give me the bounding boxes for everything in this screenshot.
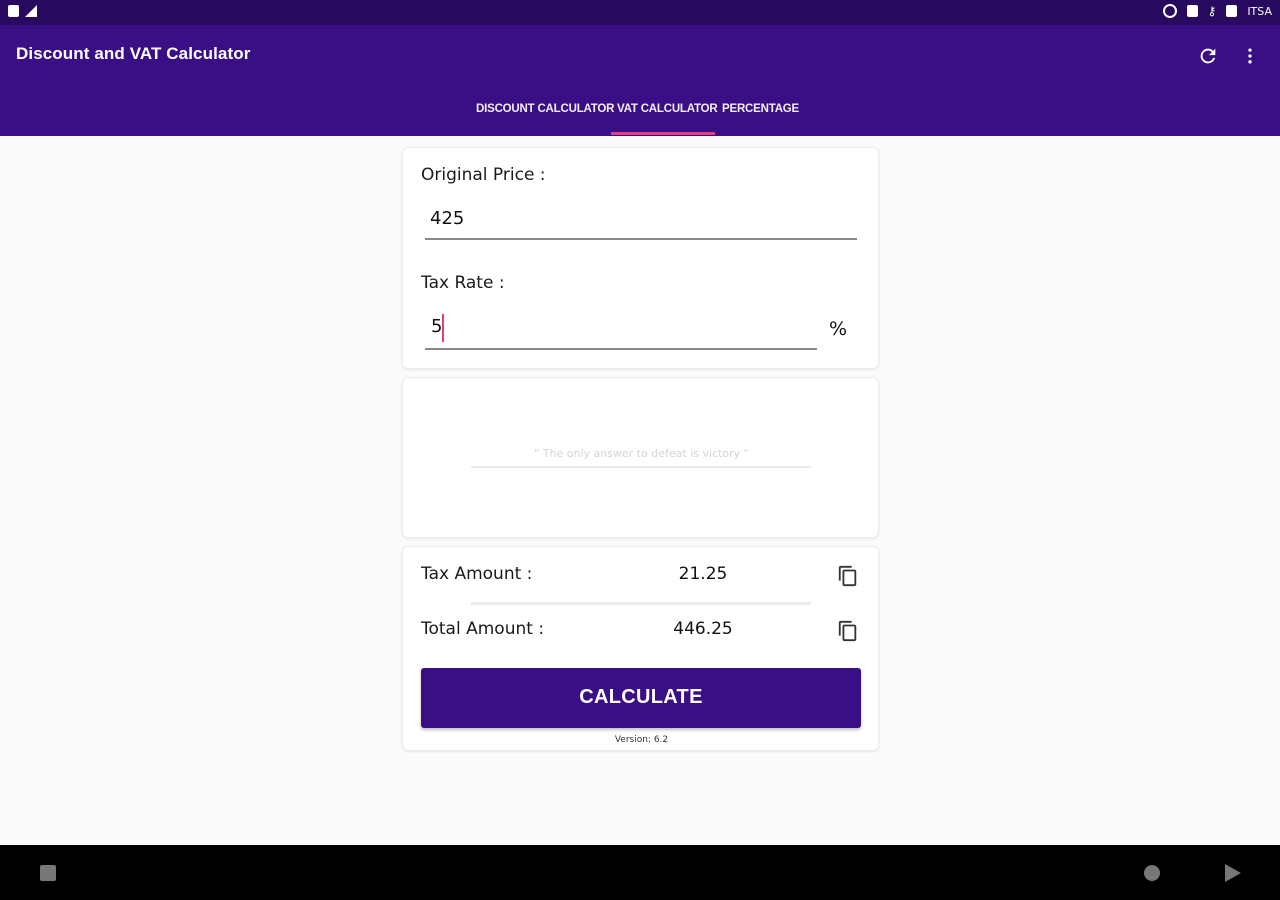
copy-tax-amount-icon[interactable]: [837, 564, 859, 588]
tax-amount-value: 21.25: [678, 564, 728, 584]
total-amount-label: Total Amount :: [421, 619, 545, 639]
recents-icon[interactable]: [40, 865, 56, 881]
home-icon[interactable]: [1144, 865, 1160, 881]
result-divider: [471, 602, 811, 605]
copy-total-amount-icon[interactable]: [837, 619, 859, 643]
version-text: Version: 6.2: [614, 735, 669, 745]
input-card: Original Price : 425 Tax Rate : 5 %: [402, 147, 879, 369]
percent-symbol: %: [829, 318, 848, 340]
notification-icon: [1162, 4, 1177, 18]
tax-rate-input[interactable]: 5: [431, 316, 442, 337]
battery-icon: [1226, 5, 1238, 17]
calculate-button[interactable]: CALCULATE: [421, 668, 861, 728]
status-right-icons: ⚷ ITSA: [1162, 4, 1272, 18]
tax-amount-label: Tax Amount :: [421, 564, 533, 584]
original-price-input[interactable]: 425: [430, 208, 464, 229]
quote-text: " The only answer to defeat is victory ": [534, 447, 749, 460]
more-vert-icon[interactable]: [1240, 45, 1260, 67]
refresh-icon[interactable]: [1197, 45, 1219, 67]
tab-vat-calculator[interactable]: VAT CALCULATOR: [617, 103, 718, 115]
text-cursor: [442, 314, 444, 342]
tab-discount-calculator[interactable]: DISCOUNT CALCULATOR: [476, 103, 614, 115]
original-price-label: Original Price :: [421, 165, 546, 185]
status-text: ITSA: [1247, 4, 1272, 18]
total-amount-value: 446.25: [673, 619, 733, 639]
tab-percentage[interactable]: PERCENTAGE: [722, 103, 799, 115]
sim-icon: [8, 5, 19, 17]
tab-bar: DISCOUNT CALCULATOR VAT CALCULATOR PERCE…: [0, 95, 1280, 136]
sd-card-icon: [1186, 5, 1198, 17]
signal-icon: [25, 5, 37, 17]
tax-rate-underline: [425, 348, 817, 350]
navigation-bar: [0, 845, 1280, 900]
tab-selected-indicator: [611, 132, 715, 135]
status-bar: ⚷ ITSA: [0, 0, 1280, 25]
quote-divider: [471, 466, 811, 468]
original-price-underline: [425, 238, 857, 240]
result-card: Tax Amount : 21.25 Total Amount : 446.25…: [402, 546, 879, 751]
tax-rate-label: Tax Rate :: [421, 273, 505, 293]
key-icon: ⚷: [1207, 4, 1217, 18]
quote-card: " The only answer to defeat is victory ": [402, 377, 879, 538]
app-bar: Discount and VAT Calculator DISCOUNT CAL…: [0, 25, 1280, 136]
app-title: Discount and VAT Calculator: [16, 44, 251, 63]
status-left-icons: [8, 5, 37, 17]
back-icon[interactable]: [1225, 864, 1241, 882]
